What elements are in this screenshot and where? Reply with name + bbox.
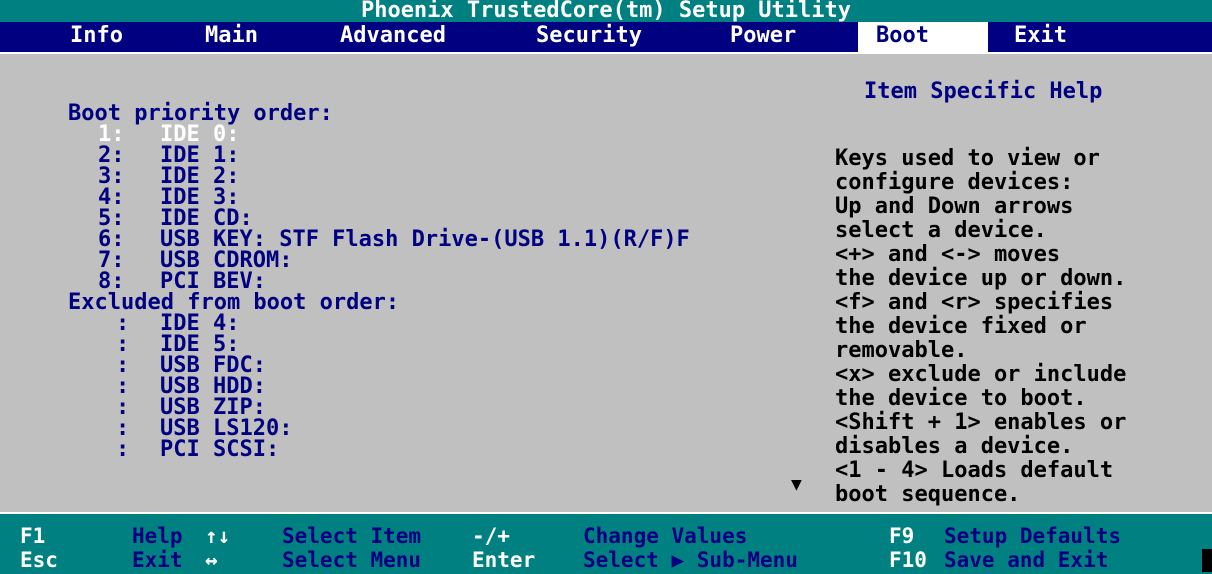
boot-item-6[interactable]: 6: USB KEY: STF Flash Drive-(USB 1.1)(R/F… [98, 229, 690, 251]
excluded-item-7[interactable]: : PCI SCSI: [116, 437, 279, 462]
excluded-item-label: IDE 4: [160, 311, 240, 336]
help-line: <1 - 4> Loads default [835, 458, 1114, 483]
key-save-exit-label: Save and Exit [944, 548, 1109, 572]
key-select-submenu-label: Select ▶ Sub-Menu [583, 548, 798, 572]
boot-item-8[interactable]: 8: PCI BEV: [98, 271, 266, 293]
tab-security[interactable]: Security [528, 22, 650, 52]
key-f1: F1 [20, 524, 46, 548]
excluded-heading: Excluded from boot order: [68, 290, 400, 315]
boot-item-2[interactable]: 2: IDE 1: [98, 145, 239, 167]
text-cursor [1202, 549, 1212, 572]
help-line: disables a device. [835, 434, 1074, 459]
tab-power[interactable]: Power [722, 22, 804, 52]
scroll-down-icon[interactable]: ▼ [791, 474, 802, 495]
help-line: the device fixed or [835, 314, 1087, 339]
tab-boot[interactable]: Boot [858, 22, 988, 52]
help-line: <x> exclude or include [835, 362, 1127, 387]
help-line: <f> and <r> specifies [835, 290, 1114, 315]
help-line: select a device. [835, 218, 1047, 243]
left-right-arrows-icon: ↔ [205, 548, 218, 572]
excluded-item-5[interactable]: : USB ZIP: [116, 397, 266, 419]
boot-item-label: IDE 1: [160, 143, 240, 168]
excluded-item-label: IDE 5: [160, 332, 240, 357]
boot-item-4[interactable]: 4: IDE 3: [98, 187, 239, 209]
boot-item-label: PCI BEV: [160, 269, 266, 294]
help-line: Up and Down arrows [835, 194, 1074, 219]
boot-item-label: USB KEY: STF Flash Drive-(USB 1.1)(R/F)F [160, 227, 690, 252]
excluded-item-2[interactable]: : IDE 5: [116, 334, 239, 356]
excluded-item-label: USB FDC: [160, 353, 266, 378]
excluded-item-4[interactable]: : USB HDD: [116, 376, 266, 398]
tab-info[interactable]: Info [62, 22, 131, 52]
excluded-item-1[interactable]: : IDE 4: [116, 313, 239, 335]
excluded-item-label: PCI SCSI: [160, 437, 280, 462]
key-esc: Esc [20, 548, 58, 572]
key-change-values-label: Change Values [583, 524, 748, 548]
key-f9: F9 [889, 524, 915, 548]
help-line: <Shift + 1> enables or [835, 410, 1127, 435]
help-line: boot sequence. [835, 482, 1021, 507]
window-title: Phoenix TrustedCore(tm) Setup Utility [0, 0, 1212, 22]
key-help-label: Help [132, 524, 183, 548]
boot-item-label: USB CDROM: [160, 248, 293, 273]
key-minus-plus: -/+ [472, 524, 510, 548]
up-down-arrows-icon: ↑↓ [205, 524, 231, 548]
help-line: the device up or down. [835, 266, 1127, 291]
key-select-menu-label: Select Menu [282, 548, 422, 572]
tab-exit[interactable]: Exit [1006, 22, 1075, 52]
help-line: <+> and <-> moves [835, 242, 1061, 267]
boot-item-label: IDE 0: [160, 122, 240, 147]
excluded-item-label: USB LS120: [160, 416, 293, 441]
help-line: removable. [835, 338, 968, 363]
excluded-item-num: : [116, 437, 130, 462]
tab-advanced[interactable]: Advanced [332, 22, 454, 52]
help-line: Keys used to view or [835, 146, 1100, 171]
help-title: Item Specific Help [864, 79, 1103, 104]
boot-item-1[interactable]: 1: IDE 0: [98, 124, 239, 146]
excluded-item-3[interactable]: : USB FDC: [116, 355, 266, 377]
excluded-item-6[interactable]: : USB LS120: [116, 418, 292, 440]
boot-priority-heading: Boot priority order: [68, 101, 333, 126]
boot-item-3[interactable]: 3: IDE 2: [98, 166, 239, 188]
boot-item-7[interactable]: 7: USB CDROM: [98, 250, 292, 272]
key-select-item-label: Select Item [282, 524, 422, 548]
boot-item-label: IDE CD: [160, 206, 253, 231]
key-exit-label: Exit [132, 548, 183, 572]
excluded-item-label: USB HDD: [160, 374, 266, 399]
key-enter: Enter [472, 548, 536, 572]
boot-item-label: IDE 3: [160, 185, 240, 210]
excluded-item-label: USB ZIP: [160, 395, 266, 420]
help-line: the device to boot. [835, 386, 1087, 411]
menu-bar: Info Main Advanced Security Power Boot E… [0, 22, 1212, 54]
tab-main[interactable]: Main [197, 22, 266, 52]
boot-item-5[interactable]: 5: IDE CD: [98, 208, 253, 230]
boot-item-label: IDE 2: [160, 164, 240, 189]
help-line: configure devices: [835, 170, 1074, 195]
key-setup-defaults-label: Setup Defaults [944, 524, 1122, 548]
key-f10: F10 [889, 548, 927, 572]
